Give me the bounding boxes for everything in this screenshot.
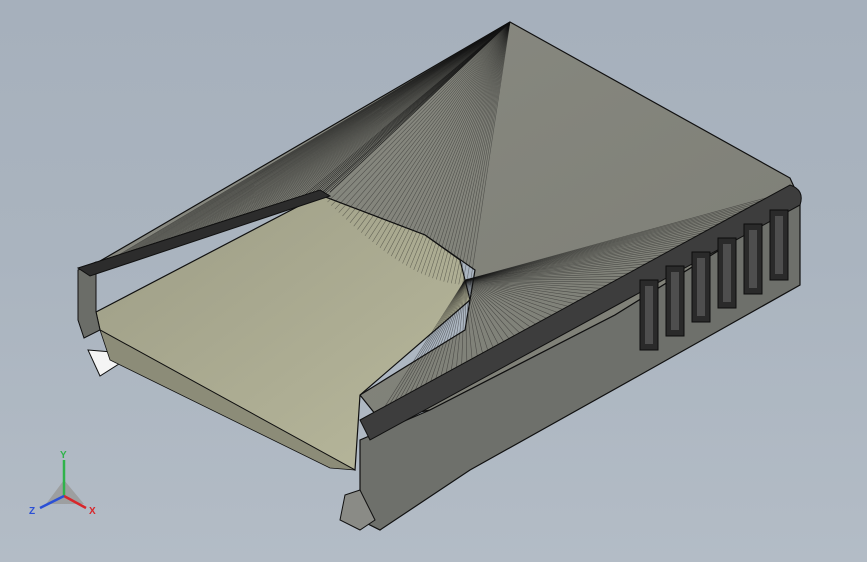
graphics-viewport[interactable]: Y X Z bbox=[0, 0, 867, 562]
y-axis-label: Y bbox=[60, 450, 67, 461]
vent-slot-inner bbox=[697, 258, 705, 316]
x-axis-label: X bbox=[89, 506, 96, 517]
z-axis-label: Z bbox=[29, 506, 35, 517]
vent-slot-inner bbox=[671, 272, 679, 330]
vent-slot-inner bbox=[775, 216, 783, 274]
vent-slot-inner bbox=[645, 286, 653, 344]
orientation-triad[interactable]: Y X Z bbox=[26, 446, 106, 522]
vent-slot-inner bbox=[749, 230, 757, 288]
vent-slot-inner bbox=[723, 244, 731, 302]
3d-model[interactable] bbox=[0, 0, 867, 562]
